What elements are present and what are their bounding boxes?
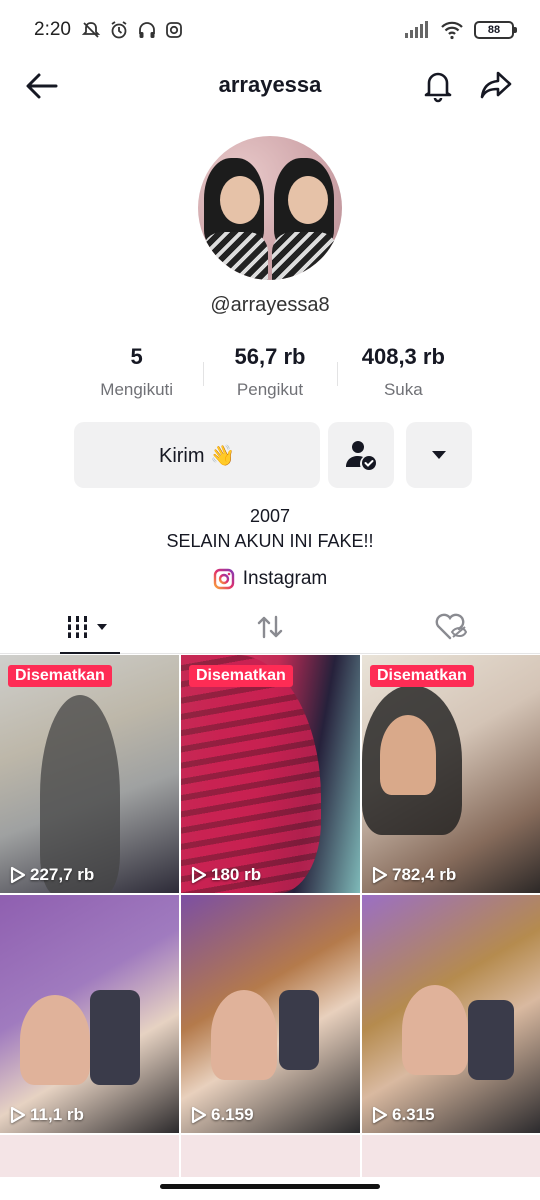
- status-icons: [81, 20, 183, 40]
- avatar-shirt: [202, 232, 268, 280]
- view-count: 6.315: [372, 1105, 435, 1125]
- hidden-heart-icon: [435, 613, 467, 639]
- video-thumbnail[interactable]: 6.159: [181, 895, 360, 1133]
- play-icon: [191, 1106, 207, 1124]
- view-count: 11,1 rb: [10, 1105, 84, 1125]
- stat-label: Mengikuti: [100, 380, 174, 399]
- thumbnail-face: [380, 715, 436, 795]
- view-count-label: 227,7 rb: [30, 865, 95, 884]
- pinned-badge: Disematkan: [370, 665, 474, 687]
- thumbnail-figure: [40, 695, 120, 893]
- headphones-icon: [139, 22, 155, 38]
- avatar-shirt: [272, 232, 338, 280]
- caret-down-icon: [432, 451, 446, 459]
- stat-following[interactable]: 5 Mengikuti: [70, 344, 203, 400]
- alarm-icon: [111, 21, 127, 39]
- view-count: 782,4 rb: [372, 865, 456, 885]
- instagram-link[interactable]: Instagram: [0, 568, 540, 590]
- video-thumbnail[interactable]: 11,1 rb: [0, 895, 179, 1133]
- avatar-right-half: [270, 136, 342, 280]
- instagram-icon: [213, 568, 234, 590]
- view-count: 227,7 rb: [10, 865, 94, 885]
- share-button[interactable]: [478, 67, 514, 103]
- thumbnail-face: [20, 995, 90, 1085]
- thumbnail-face: [211, 990, 277, 1080]
- bio-line: SELAIN AKUN INI FAKE!!: [166, 531, 374, 551]
- video-thumbnail[interactable]: Disematkan 227,7 rb: [0, 655, 179, 893]
- video-thumbnail[interactable]: 6.315: [362, 895, 540, 1133]
- avatar[interactable]: [198, 136, 342, 280]
- video-grid: Disematkan 227,7 rb Disematkan 180 rb Di…: [0, 655, 540, 1177]
- battery-indicator: 88: [474, 21, 517, 39]
- videos-grid-icon: [67, 615, 107, 638]
- friend-status-button[interactable]: [328, 422, 394, 488]
- view-count-label: 180 rb: [211, 865, 262, 884]
- mute-notification-icon: [81, 22, 101, 38]
- instagram-link-label: Instagram: [242, 568, 328, 589]
- video-thumbnail[interactable]: Disematkan 180 rb: [181, 655, 360, 893]
- avatar-left-half: [198, 136, 270, 280]
- profile-bio: 2007 SELAIN AKUN INI FAKE!!: [0, 504, 540, 554]
- stat-likes[interactable]: 408,3 rb Suka: [336, 344, 470, 400]
- view-count-label: 6.159: [211, 1105, 254, 1124]
- profile-stats: 5 Mengikuti 56,7 rb Pengikut 408,3 rb Su…: [70, 344, 470, 400]
- stat-value: 5: [130, 344, 143, 369]
- avatar-face: [220, 176, 260, 224]
- thumbnail-face: [402, 985, 468, 1075]
- tab-videos[interactable]: [0, 600, 180, 654]
- profile-actions: Kirim 👋: [74, 422, 472, 488]
- profile-handle: @arrayessa8: [210, 294, 330, 316]
- stat-label: Pengikut: [236, 380, 304, 399]
- thumbnail-figure: [181, 655, 321, 893]
- stat-followers[interactable]: 56,7 rb Pengikut: [203, 344, 336, 400]
- notification-button[interactable]: [420, 67, 456, 103]
- share-arrow-icon: [480, 71, 512, 99]
- play-icon: [372, 866, 388, 884]
- play-icon: [10, 1106, 26, 1124]
- send-message-button[interactable]: Kirim 👋: [74, 422, 320, 488]
- play-icon: [372, 1106, 388, 1124]
- stat-label: Suka: [383, 380, 423, 399]
- pinned-badge: Disematkan: [8, 665, 112, 687]
- play-icon: [191, 866, 207, 884]
- stat-value: 408,3 rb: [361, 344, 445, 369]
- user-check-icon: [346, 441, 376, 470]
- wifi-icon: [441, 21, 463, 40]
- tab-liked[interactable]: [360, 600, 540, 653]
- video-thumbnail[interactable]: [181, 1135, 360, 1177]
- thumbnail-phone: [468, 1000, 514, 1080]
- bio-line: 2007: [249, 506, 291, 526]
- status-right: 88: [404, 20, 517, 40]
- repost-icon: [257, 615, 283, 638]
- profile-tabs: [0, 600, 540, 654]
- status-bar: 2:20 88: [0, 0, 540, 60]
- more-options-button[interactable]: [406, 422, 472, 488]
- bell-icon: [424, 72, 452, 103]
- video-thumbnail[interactable]: [362, 1135, 540, 1177]
- top-bar: arrayessa: [0, 60, 540, 112]
- tab-reposts[interactable]: [180, 600, 360, 653]
- thumbnail-phone: [90, 990, 140, 1085]
- view-count: 6.159: [191, 1105, 254, 1125]
- thumbnail-phone: [279, 990, 319, 1070]
- signal-icon: [405, 21, 428, 38]
- home-indicator[interactable]: [160, 1184, 380, 1189]
- status-time: 2:20: [34, 19, 71, 40]
- view-count-label: 782,4 rb: [392, 865, 457, 884]
- stat-value: 56,7 rb: [234, 344, 306, 369]
- view-count-label: 6.315: [392, 1105, 435, 1124]
- view-count: 180 rb: [191, 865, 261, 885]
- pinned-badge: Disematkan: [189, 665, 293, 687]
- avatar-face: [288, 176, 328, 224]
- video-thumbnail[interactable]: Disematkan 782,4 rb: [362, 655, 540, 893]
- page-title: arrayessa: [218, 72, 322, 97]
- instagram-status-icon: [166, 22, 182, 38]
- play-icon: [10, 866, 26, 884]
- view-count-label: 11,1 rb: [30, 1105, 84, 1124]
- video-thumbnail[interactable]: [0, 1135, 179, 1177]
